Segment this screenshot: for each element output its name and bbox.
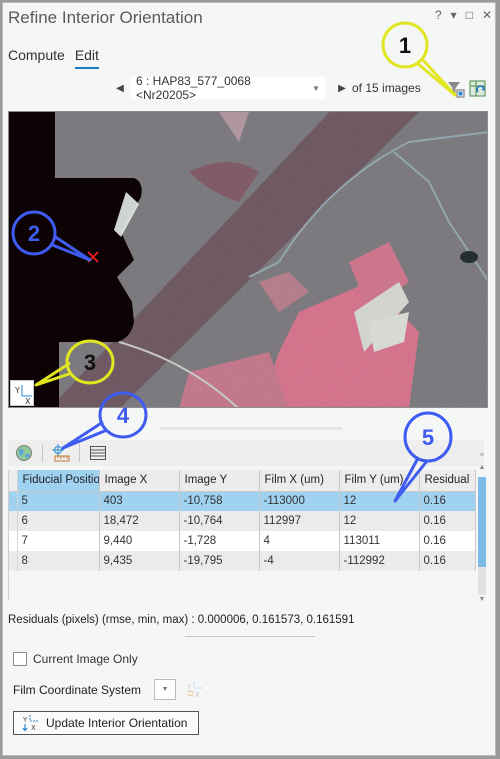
cell-image-x[interactable]: 9,440 — [99, 531, 180, 551]
svg-text:Y: Y — [22, 716, 28, 724]
cell-fiducial[interactable]: 7 — [17, 531, 100, 551]
column-header-fiducial-position[interactable]: Fiducial Position — [17, 470, 100, 492]
image-count: of 15 images — [352, 81, 421, 95]
toolbar-separator — [42, 444, 43, 462]
cell-film-x[interactable]: -4 — [259, 551, 340, 571]
cell-film-y[interactable]: 12 — [339, 491, 420, 511]
table-row[interactable]: 7 9,440 -1,728 4 113011 0.16 — [9, 531, 476, 551]
svg-text:X: X — [195, 691, 200, 699]
cell-film-y[interactable]: 12 — [339, 511, 420, 531]
selected-image-label: 6 : HAP83_577_0068 <Nr20205> — [136, 74, 251, 102]
svg-text:Y: Y — [186, 683, 192, 691]
cell-residual[interactable]: 0.16 — [419, 511, 476, 531]
image-navigator: ◀ 6 : HAP83_577_0068 <Nr20205> ▼ ▶ of 15… — [112, 74, 421, 102]
cell-film-y[interactable]: 113011 — [339, 531, 420, 551]
pane-title: Refine Interior Orientation — [8, 8, 203, 27]
image-select[interactable]: 6 : HAP83_577_0068 <Nr20205> ▼ — [130, 74, 326, 102]
filter-icon[interactable] — [447, 80, 465, 98]
axis-orientation-indicator: Y X — [10, 380, 34, 406]
chevron-down-icon: ▼ — [161, 686, 169, 693]
update-interior-orientation-button[interactable]: Y X Update Interior Orientation — [13, 711, 199, 735]
film-coordinate-system-label: Film Coordinate System — [13, 682, 142, 697]
column-header-film-x[interactable]: Film X (um) — [259, 470, 340, 492]
globe-icon[interactable] — [14, 443, 34, 463]
scroll-down-button[interactable]: ▼ — [477, 595, 487, 605]
table-icon[interactable] — [88, 443, 108, 463]
row-selector[interactable] — [9, 531, 18, 551]
cell-residual[interactable]: 0.16 — [419, 491, 476, 511]
table-row[interactable]: 5 403 -10,758 -113000 12 0.16 — [9, 491, 476, 511]
cell-residual[interactable]: 0.16 — [419, 531, 476, 551]
checkbox-box[interactable] — [13, 652, 27, 666]
residuals-summary: Residuals (pixels) (rmse, min, max) : 0.… — [8, 614, 354, 626]
window-controls: ? ▾ □ ✕ — [435, 8, 492, 22]
table-header-row: Fiducial Position Image X Image Y Film X… — [9, 470, 476, 492]
cell-image-x[interactable]: 9,435 — [99, 551, 180, 571]
pane-menu-icon[interactable]: ▾ — [451, 8, 457, 22]
table-scrollbar[interactable]: ▲ ▼ — [477, 455, 487, 605]
tab-edit[interactable]: Edit — [74, 47, 99, 69]
fiducial-marker-icon[interactable] — [86, 250, 100, 264]
fiducial-table: Fiducial Position Image X Image Y Film X… — [8, 470, 476, 600]
film-coordinate-system-row: Film Coordinate System ▼ Y X — [13, 679, 204, 700]
cell-fiducial[interactable]: 5 — [17, 491, 100, 511]
cell-image-x[interactable]: 403 — [99, 491, 180, 511]
cell-film-x[interactable]: 112997 — [259, 511, 340, 531]
tab-bar: Compute Edit — [8, 47, 99, 69]
tab-compute[interactable]: Compute — [8, 47, 65, 69]
cell-image-x[interactable]: 18,472 — [99, 511, 180, 531]
pane-splitter[interactable] — [160, 427, 342, 430]
scroll-up-button[interactable]: ▲ — [477, 463, 487, 473]
cell-film-x[interactable]: -113000 — [259, 491, 340, 511]
column-header-image-x[interactable]: Image X — [99, 470, 180, 492]
crosshair-ruler-icon[interactable] — [51, 443, 71, 463]
cell-fiducial[interactable]: 8 — [17, 551, 100, 571]
table-row[interactable]: 6 18,472 -10,764 112997 12 0.16 — [9, 511, 476, 531]
column-header-image-y[interactable]: Image Y — [179, 470, 260, 492]
toolbar-separator — [79, 444, 80, 462]
cell-image-y[interactable]: -1,728 — [179, 531, 260, 551]
column-header-film-y[interactable]: Film Y (um) — [339, 470, 420, 492]
svg-text:Y: Y — [14, 386, 20, 395]
column-header-residual[interactable]: Residual — [419, 470, 476, 492]
image-viewer[interactable]: Y X — [8, 111, 488, 408]
transform-coordinates-icon[interactable]: Y X — [186, 681, 204, 699]
cell-fiducial[interactable]: 6 — [17, 511, 100, 531]
maximize-icon[interactable]: □ — [466, 8, 473, 22]
cell-image-y[interactable]: -10,764 — [179, 511, 260, 531]
next-image-button[interactable]: ▶ — [334, 83, 350, 94]
cell-film-x[interactable]: 4 — [259, 531, 340, 551]
svg-text:X: X — [31, 724, 36, 732]
cell-film-y[interactable]: -112992 — [339, 551, 420, 571]
cell-residual[interactable]: 0.16 — [419, 551, 476, 571]
residuals-values: : 0.000006, 0.161573, 0.161591 — [188, 614, 355, 626]
scrollbar-thumb[interactable] — [478, 477, 486, 567]
transform-coordinates-icon: Y X — [22, 715, 38, 732]
current-image-only-label: Current Image Only — [33, 652, 138, 666]
cell-image-y[interactable]: -19,795 — [179, 551, 260, 571]
row-header-corner — [9, 470, 18, 492]
grid-toolbar — [8, 440, 484, 466]
chevron-down-icon: ▼ — [312, 83, 320, 93]
table-row[interactable]: 8 9,435 -19,795 -4 -112992 0.16 — [9, 551, 476, 571]
current-image-only-checkbox[interactable]: Current Image Only — [13, 652, 138, 666]
row-selector[interactable] — [9, 551, 18, 571]
refresh-grid-icon[interactable] — [469, 80, 487, 98]
film-coordinate-system-select[interactable]: ▼ — [154, 679, 177, 700]
cell-image-y[interactable]: -10,758 — [179, 491, 260, 511]
row-selector[interactable] — [9, 511, 18, 531]
help-icon[interactable]: ? — [435, 8, 442, 22]
previous-image-button[interactable]: ◀ — [112, 83, 128, 94]
residuals-label: Residuals (pixels) (rmse, min, max) — [8, 614, 189, 626]
scrollbar-track[interactable] — [478, 477, 486, 595]
divider — [185, 636, 315, 637]
close-icon[interactable]: ✕ — [482, 8, 492, 22]
svg-text:X: X — [25, 397, 31, 406]
update-interior-orientation-label: Update Interior Orientation — [46, 716, 188, 730]
row-selector[interactable] — [9, 491, 18, 511]
